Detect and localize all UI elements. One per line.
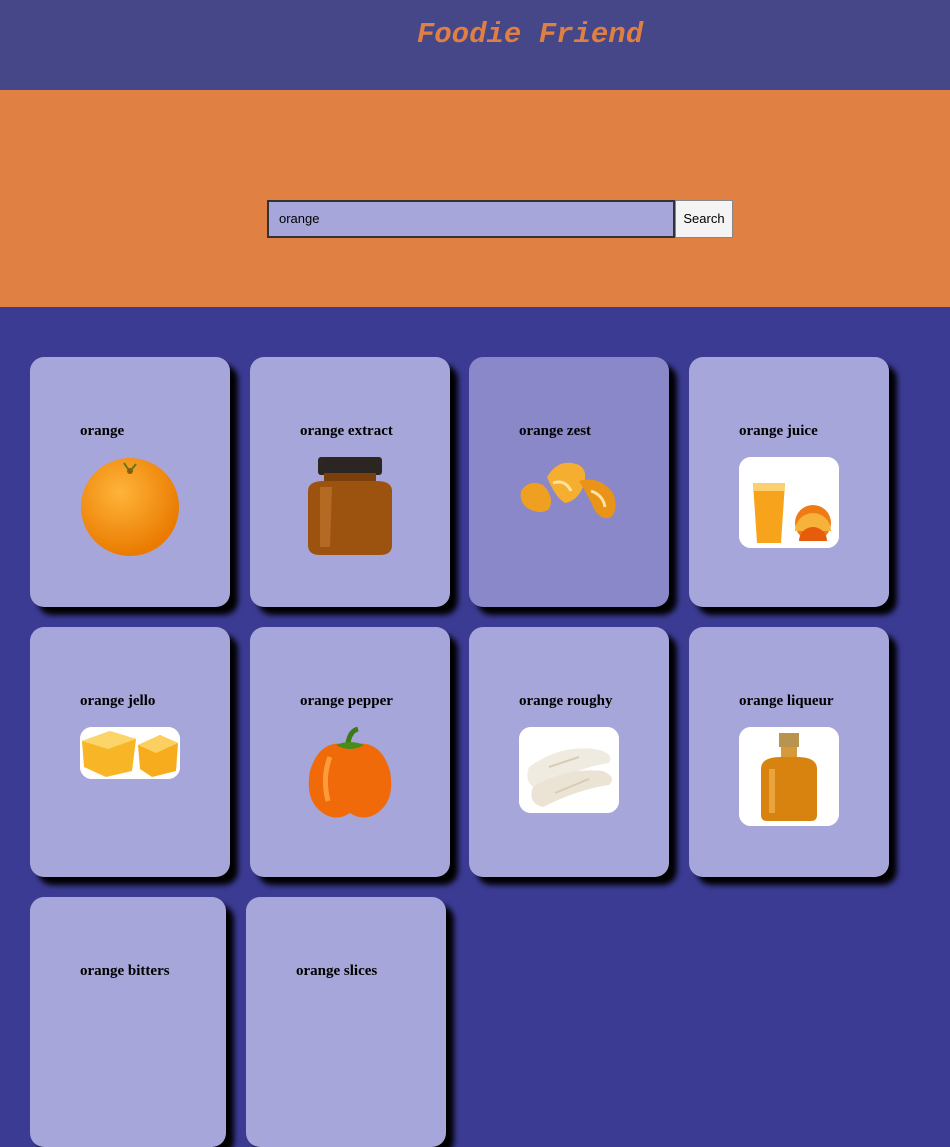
result-name: orange pepper	[300, 693, 393, 709]
liqueur-bottle-icon	[739, 727, 839, 826]
result-card[interactable]: orange juice	[689, 357, 889, 607]
result-name: orange juice	[739, 423, 818, 439]
result-card[interactable]: orange pepper	[250, 627, 450, 877]
result-name: orange slices	[296, 963, 378, 979]
bell-pepper-icon	[308, 727, 392, 818]
juice-glass-icon	[739, 457, 839, 548]
extract-jar-icon	[308, 457, 392, 555]
result-card[interactable]: orange extract	[250, 357, 450, 607]
result-name: orange jello	[80, 693, 156, 709]
orange-fruit-icon	[81, 458, 179, 556]
result-card[interactable]: orange zest	[469, 357, 669, 607]
header: Foodie Friend	[0, 0, 950, 90]
result-card[interactable]: orange slices	[246, 897, 446, 1147]
jello-cubes-icon	[80, 727, 180, 779]
result-name: orange	[80, 423, 125, 439]
result-name: orange liqueur	[739, 693, 834, 709]
result-card[interactable]: orange liqueur	[689, 627, 889, 877]
result-name: orange extract	[300, 423, 393, 439]
result-card[interactable]: orange roughy	[469, 627, 669, 877]
result-card[interactable]: orange	[30, 357, 230, 607]
app-title: Foodie Friend	[416, 18, 644, 51]
search-section: orange Search	[0, 90, 950, 307]
orange-peel-icon	[520, 462, 616, 519]
result-name: orange bitters	[80, 963, 170, 979]
result-name: orange roughy	[519, 693, 613, 709]
search-input[interactable]: orange	[267, 200, 675, 238]
search-button[interactable]: Search	[675, 200, 733, 238]
result-name: orange zest	[519, 423, 592, 439]
result-card[interactable]: orange jello	[30, 627, 230, 877]
result-card[interactable]: orange bitters	[30, 897, 226, 1147]
fish-fillet-icon	[519, 727, 619, 813]
